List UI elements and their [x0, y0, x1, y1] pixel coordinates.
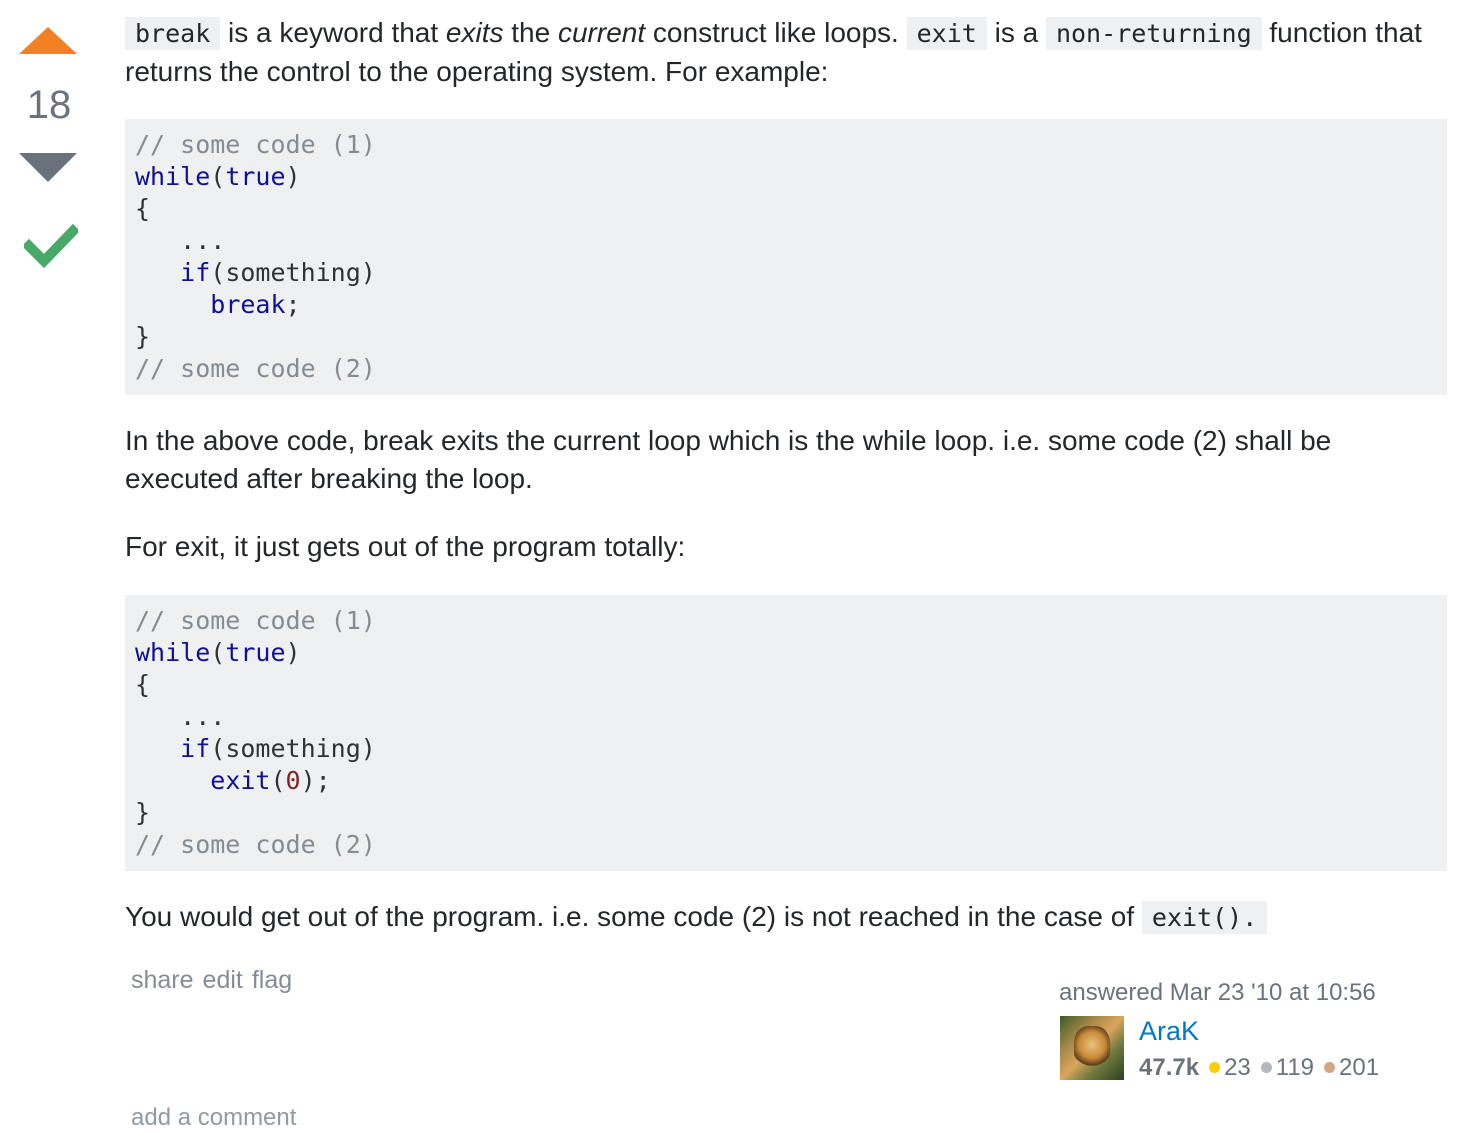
- code-brace: }: [135, 798, 151, 827]
- code-block-break: // some code (1) while(true) { ... if(so…: [125, 119, 1447, 395]
- vote-panel: 18: [0, 0, 100, 300]
- code-ellipsis: ...: [135, 226, 226, 255]
- inline-code-break: break: [125, 17, 221, 50]
- bronze-badge-icon: [1324, 1062, 1336, 1074]
- bronze-badge-count: 201: [1339, 1054, 1380, 1081]
- reputation-score: 47.7k: [1139, 1054, 1200, 1081]
- code-punct: (: [210, 162, 226, 191]
- code-block-exit: // some code (1) while(true) { ... if(so…: [125, 595, 1447, 871]
- user-signature: answered Mar 23 '10 at 10:56 AraK 47.7k 2…: [1059, 976, 1459, 1081]
- text: the: [503, 17, 558, 48]
- code-keyword: if: [180, 734, 211, 763]
- code-brace: {: [135, 670, 151, 699]
- code-brace: {: [135, 194, 151, 223]
- answered-timestamp: answered Mar 23 '10 at 10:56: [1059, 979, 1376, 1006]
- inline-code-non-returning: non-returning: [1045, 17, 1262, 50]
- text: construct like loops.: [645, 17, 907, 48]
- code-comment: // some code (2): [135, 830, 376, 859]
- post-menu: share edit flag: [131, 966, 301, 995]
- code-punct: (: [270, 766, 286, 795]
- explanation-paragraph: In the above code, break exits the curre…: [125, 425, 1332, 494]
- gold-badge-count: 23: [1224, 1054, 1251, 1081]
- inline-code-exit-call: exit().: [1141, 901, 1268, 934]
- share-link[interactable]: share: [131, 966, 194, 994]
- text: is a: [986, 17, 1046, 48]
- add-comment-link[interactable]: add a comment: [131, 1104, 296, 1132]
- code-comment: // some code (1): [135, 130, 376, 159]
- silver-badge-count: 119: [1275, 1054, 1315, 1081]
- code-keyword: if: [180, 258, 211, 287]
- code-punct: ): [285, 638, 301, 667]
- gold-badge-icon: [1209, 1062, 1221, 1074]
- code-keyword: true: [225, 638, 286, 667]
- code-text: (something): [210, 734, 376, 763]
- code-punct: );: [300, 766, 331, 795]
- vote-count: 18: [26, 83, 72, 127]
- code-keyword: while: [135, 638, 211, 667]
- text: is a keyword that: [220, 17, 446, 48]
- code-punct: ;: [285, 290, 301, 319]
- text: You would get out of the program. i.e. s…: [125, 901, 1142, 932]
- code-comment: // some code (1): [135, 606, 376, 635]
- code-keyword: while: [135, 162, 211, 191]
- accepted-checkmark-icon: [24, 223, 78, 269]
- code-number: 0: [285, 766, 301, 795]
- code-keyword: break: [210, 290, 286, 319]
- avatar-image-icon: [1074, 1026, 1110, 1068]
- intro-paragraph: break is a keyword that exits the curren…: [125, 14, 1447, 91]
- emphasis-exits: exits: [445, 17, 504, 48]
- avatar[interactable]: [1060, 1016, 1124, 1080]
- user-name-link[interactable]: AraK: [1139, 1016, 1199, 1047]
- silver-badge-icon: [1260, 1062, 1272, 1074]
- flag-link[interactable]: flag: [252, 966, 292, 994]
- user-reputation: 47.7k 23 119 201: [1139, 1054, 1379, 1082]
- downvote-arrow-icon[interactable]: [19, 153, 77, 182]
- emphasis-current: current: [557, 17, 646, 48]
- code-comment: // some code (2): [135, 354, 376, 383]
- code-keyword: exit: [210, 766, 271, 795]
- conclusion-paragraph: You would get out of the program. i.e. s…: [125, 898, 1447, 937]
- code-keyword: true: [225, 162, 286, 191]
- code-text: (something): [210, 258, 376, 287]
- edit-link[interactable]: edit: [203, 966, 243, 994]
- code-punct: ): [285, 162, 301, 191]
- code-ellipsis: ...: [135, 702, 226, 731]
- inline-code-exit: exit: [906, 17, 987, 50]
- code-brace: }: [135, 322, 151, 351]
- upvote-arrow-icon[interactable]: [19, 27, 77, 54]
- exit-intro-paragraph: For exit, it just gets out of the progra…: [125, 531, 686, 562]
- code-punct: (: [210, 638, 226, 667]
